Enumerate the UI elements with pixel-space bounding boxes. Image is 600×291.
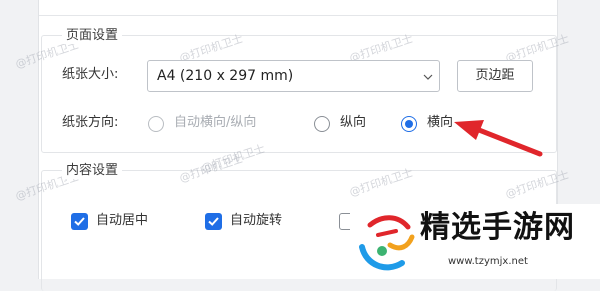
orientation-portrait-radio[interactable]	[314, 116, 330, 132]
auto-rotate-checkbox[interactable]	[205, 213, 222, 230]
checkmark-icon	[208, 217, 219, 226]
chevron-down-icon	[423, 74, 433, 80]
site-logo: 精选手游网 www.tzymjx.net	[350, 204, 600, 279]
page-settings-title: 页面设置	[62, 28, 123, 44]
orientation-auto-label: 自动横向/纵向	[174, 115, 257, 130]
logo-mark-icon	[359, 215, 415, 271]
orientation-label: 纸张方向:	[62, 115, 119, 130]
auto-center-label: 自动居中	[96, 213, 149, 228]
content-settings-title: 内容设置	[62, 163, 123, 179]
logo-url: www.tzymjx.net	[448, 256, 528, 267]
paper-size-select[interactable]: A4 (210 x 297 mm)	[147, 60, 440, 92]
top-section-edge	[39, 0, 557, 16]
orientation-portrait-label: 纵向	[340, 115, 367, 130]
paper-size-value: A4 (210 x 297 mm)	[157, 68, 294, 84]
logo-brand-text: 精选手游网	[420, 210, 575, 245]
annotation-arrow-icon	[454, 120, 543, 157]
margins-button[interactable]: 页边距	[457, 60, 533, 92]
auto-center-checkbox[interactable]	[71, 213, 88, 230]
checkmark-icon	[74, 217, 85, 226]
auto-rotate-label: 自动旋转	[230, 213, 283, 228]
orientation-landscape-radio[interactable]	[401, 116, 417, 132]
orientation-auto-radio[interactable]	[148, 116, 164, 132]
radio-selected-dot	[405, 120, 413, 128]
paper-size-label: 纸张大小:	[62, 67, 119, 82]
